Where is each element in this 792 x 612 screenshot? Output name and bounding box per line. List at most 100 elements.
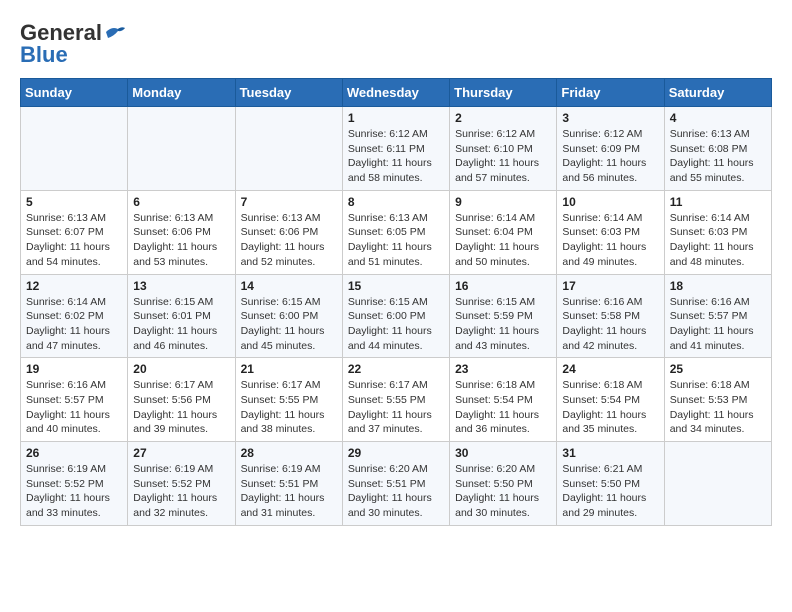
calendar-cell: 9 Sunrise: 6:14 AMSunset: 6:04 PMDaylight… xyxy=(450,190,557,274)
day-info: Sunrise: 6:17 AMSunset: 5:55 PMDaylight:… xyxy=(241,378,337,437)
calendar-week-row: 12Sunrise: 6:14 AMSunset: 6:02 PMDayligh… xyxy=(21,274,772,358)
day-info: Sunrise: 6:14 AMSunset: 6:03 PMDaylight:… xyxy=(670,211,766,270)
day-info: Sunrise: 6:18 AMSunset: 5:53 PMDaylight:… xyxy=(670,378,766,437)
day-number: 9 xyxy=(455,195,551,209)
day-info: Sunrise: 6:13 AMSunset: 6:06 PMDaylight:… xyxy=(241,211,337,270)
day-info: Sunrise: 6:13 AMSunset: 6:06 PMDaylight:… xyxy=(133,211,229,270)
day-number: 24 xyxy=(562,362,658,376)
day-info: Sunrise: 6:15 AMSunset: 6:00 PMDaylight:… xyxy=(348,295,444,354)
calendar-cell: 13Sunrise: 6:15 AMSunset: 6:01 PMDayligh… xyxy=(128,274,235,358)
weekday-header-monday: Monday xyxy=(128,79,235,107)
day-info: Sunrise: 6:20 AMSunset: 5:51 PMDaylight:… xyxy=(348,462,444,521)
day-number: 21 xyxy=(241,362,337,376)
day-number: 13 xyxy=(133,279,229,293)
weekday-header-thursday: Thursday xyxy=(450,79,557,107)
calendar-cell: 22 Sunrise: 6:17 AMSunset: 5:55 PMDayligh… xyxy=(342,358,449,442)
day-info: Sunrise: 6:15 AMSunset: 5:59 PMDaylight:… xyxy=(455,295,551,354)
day-number: 8 xyxy=(348,195,444,209)
calendar-cell: 27 Sunrise: 6:19 AMSunset: 5:52 PMDayligh… xyxy=(128,442,235,526)
day-info: Sunrise: 6:12 AMSunset: 6:10 PMDaylight:… xyxy=(455,127,551,186)
day-number: 1 xyxy=(348,111,444,125)
weekday-header-tuesday: Tuesday xyxy=(235,79,342,107)
calendar-week-row: 19 Sunrise: 6:16 AMSunset: 5:57 PMDayligh… xyxy=(21,358,772,442)
calendar-table: SundayMondayTuesdayWednesdayThursdayFrid… xyxy=(20,78,772,526)
day-info: Sunrise: 6:19 AMSunset: 5:52 PMDaylight:… xyxy=(133,462,229,521)
logo: General Blue xyxy=(20,20,126,68)
calendar-week-row: 5 Sunrise: 6:13 AMSunset: 6:07 PMDaylight… xyxy=(21,190,772,274)
day-info: Sunrise: 6:13 AMSunset: 6:05 PMDaylight:… xyxy=(348,211,444,270)
calendar-cell: 17 Sunrise: 6:16 AMSunset: 5:58 PMDayligh… xyxy=(557,274,664,358)
calendar-cell: 25 Sunrise: 6:18 AMSunset: 5:53 PMDayligh… xyxy=(664,358,771,442)
day-info: Sunrise: 6:16 AMSunset: 5:57 PMDaylight:… xyxy=(670,295,766,354)
day-number: 5 xyxy=(26,195,122,209)
calendar-cell: 26 Sunrise: 6:19 AMSunset: 5:52 PMDayligh… xyxy=(21,442,128,526)
calendar-cell: 23 Sunrise: 6:18 AMSunset: 5:54 PMDayligh… xyxy=(450,358,557,442)
day-number: 19 xyxy=(26,362,122,376)
day-info: Sunrise: 6:16 AMSunset: 5:57 PMDaylight:… xyxy=(26,378,122,437)
calendar-cell: 29 Sunrise: 6:20 AMSunset: 5:51 PMDayligh… xyxy=(342,442,449,526)
calendar-cell: 28 Sunrise: 6:19 AMSunset: 5:51 PMDayligh… xyxy=(235,442,342,526)
day-number: 31 xyxy=(562,446,658,460)
day-number: 29 xyxy=(348,446,444,460)
day-info: Sunrise: 6:20 AMSunset: 5:50 PMDaylight:… xyxy=(455,462,551,521)
day-number: 6 xyxy=(133,195,229,209)
day-info: Sunrise: 6:13 AMSunset: 6:07 PMDaylight:… xyxy=(26,211,122,270)
day-info: Sunrise: 6:12 AMSunset: 6:09 PMDaylight:… xyxy=(562,127,658,186)
calendar-cell: 21 Sunrise: 6:17 AMSunset: 5:55 PMDayligh… xyxy=(235,358,342,442)
calendar-week-row: 1 Sunrise: 6:12 AMSunset: 6:11 PMDaylight… xyxy=(21,107,772,191)
day-number: 30 xyxy=(455,446,551,460)
day-info: Sunrise: 6:14 AMSunset: 6:04 PMDaylight:… xyxy=(455,211,551,270)
weekday-header-wednesday: Wednesday xyxy=(342,79,449,107)
day-number: 16 xyxy=(455,279,551,293)
day-number: 28 xyxy=(241,446,337,460)
logo-blue-text: Blue xyxy=(20,42,68,68)
day-info: Sunrise: 6:16 AMSunset: 5:58 PMDaylight:… xyxy=(562,295,658,354)
calendar-cell: 8 Sunrise: 6:13 AMSunset: 6:05 PMDaylight… xyxy=(342,190,449,274)
calendar-cell: 11Sunrise: 6:14 AMSunset: 6:03 PMDayligh… xyxy=(664,190,771,274)
logo-bird-icon xyxy=(104,24,126,42)
day-info: Sunrise: 6:19 AMSunset: 5:51 PMDaylight:… xyxy=(241,462,337,521)
calendar-cell: 18 Sunrise: 6:16 AMSunset: 5:57 PMDayligh… xyxy=(664,274,771,358)
day-info: Sunrise: 6:12 AMSunset: 6:11 PMDaylight:… xyxy=(348,127,444,186)
day-number: 25 xyxy=(670,362,766,376)
day-number: 20 xyxy=(133,362,229,376)
day-info: Sunrise: 6:14 AMSunset: 6:03 PMDaylight:… xyxy=(562,211,658,270)
day-number: 4 xyxy=(670,111,766,125)
calendar-cell: 24 Sunrise: 6:18 AMSunset: 5:54 PMDayligh… xyxy=(557,358,664,442)
calendar-week-row: 26 Sunrise: 6:19 AMSunset: 5:52 PMDayligh… xyxy=(21,442,772,526)
calendar-cell: 12Sunrise: 6:14 AMSunset: 6:02 PMDayligh… xyxy=(21,274,128,358)
day-number: 27 xyxy=(133,446,229,460)
day-number: 18 xyxy=(670,279,766,293)
calendar-cell: 3Sunrise: 6:12 AMSunset: 6:09 PMDaylight… xyxy=(557,107,664,191)
calendar-header: SundayMondayTuesdayWednesdayThursdayFrid… xyxy=(21,79,772,107)
day-number: 26 xyxy=(26,446,122,460)
day-info: Sunrise: 6:17 AMSunset: 5:56 PMDaylight:… xyxy=(133,378,229,437)
calendar-cell: 1 Sunrise: 6:12 AMSunset: 6:11 PMDaylight… xyxy=(342,107,449,191)
day-number: 2 xyxy=(455,111,551,125)
day-info: Sunrise: 6:18 AMSunset: 5:54 PMDaylight:… xyxy=(562,378,658,437)
calendar-cell: 7 Sunrise: 6:13 AMSunset: 6:06 PMDaylight… xyxy=(235,190,342,274)
calendar-cell: 20 Sunrise: 6:17 AMSunset: 5:56 PMDayligh… xyxy=(128,358,235,442)
day-info: Sunrise: 6:13 AMSunset: 6:08 PMDaylight:… xyxy=(670,127,766,186)
day-number: 23 xyxy=(455,362,551,376)
day-number: 7 xyxy=(241,195,337,209)
weekday-header-saturday: Saturday xyxy=(664,79,771,107)
calendar-cell: 10Sunrise: 6:14 AMSunset: 6:03 PMDayligh… xyxy=(557,190,664,274)
day-number: 17 xyxy=(562,279,658,293)
calendar-cell xyxy=(128,107,235,191)
day-number: 22 xyxy=(348,362,444,376)
weekday-header-row: SundayMondayTuesdayWednesdayThursdayFrid… xyxy=(21,79,772,107)
calendar-cell: 15 Sunrise: 6:15 AMSunset: 6:00 PMDayligh… xyxy=(342,274,449,358)
calendar-cell xyxy=(21,107,128,191)
calendar-cell xyxy=(235,107,342,191)
calendar-cell: 6 Sunrise: 6:13 AMSunset: 6:06 PMDaylight… xyxy=(128,190,235,274)
day-number: 12 xyxy=(26,279,122,293)
day-info: Sunrise: 6:18 AMSunset: 5:54 PMDaylight:… xyxy=(455,378,551,437)
calendar-body: 1 Sunrise: 6:12 AMSunset: 6:11 PMDaylight… xyxy=(21,107,772,526)
day-info: Sunrise: 6:17 AMSunset: 5:55 PMDaylight:… xyxy=(348,378,444,437)
day-number: 15 xyxy=(348,279,444,293)
weekday-header-sunday: Sunday xyxy=(21,79,128,107)
day-info: Sunrise: 6:21 AMSunset: 5:50 PMDaylight:… xyxy=(562,462,658,521)
calendar-cell: 30 Sunrise: 6:20 AMSunset: 5:50 PMDayligh… xyxy=(450,442,557,526)
day-info: Sunrise: 6:19 AMSunset: 5:52 PMDaylight:… xyxy=(26,462,122,521)
